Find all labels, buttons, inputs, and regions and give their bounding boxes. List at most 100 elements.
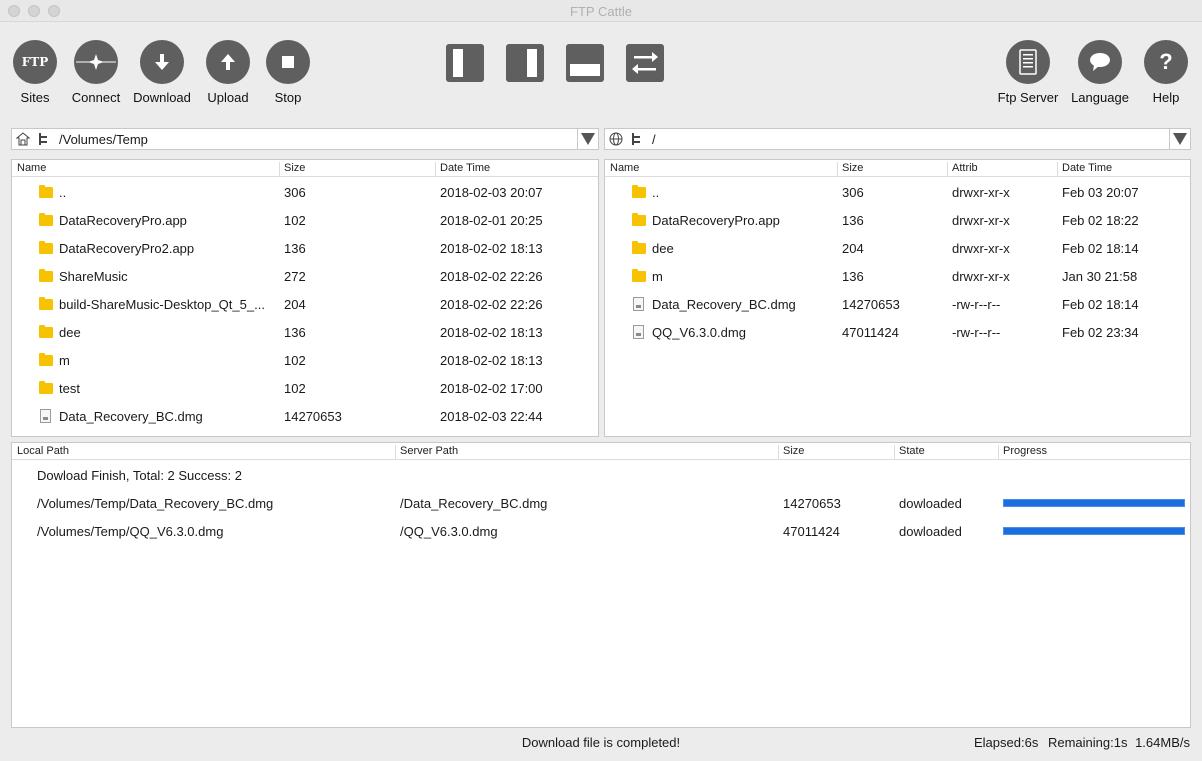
column-header-progress[interactable]: Progress	[998, 445, 1047, 460]
speech-bubble-icon	[1078, 40, 1122, 84]
layout-bottom-panel-button[interactable]	[566, 44, 604, 82]
file-row[interactable]: DataRecoveryPro.app 136 drwxr-xr-x Feb 02 1…	[605, 206, 1190, 234]
file-name: ShareMusic	[59, 269, 128, 284]
folder-icon	[39, 353, 53, 366]
column-header-size[interactable]: Size	[837, 162, 863, 177]
swap-panels-button[interactable]	[626, 44, 664, 82]
folder-tree-icon[interactable]	[628, 131, 644, 147]
file-row[interactable]: DataRecoveryPro2.app 136 2018-02-02 18:13	[12, 234, 598, 262]
layout-left-icon	[453, 49, 463, 77]
folder-icon	[39, 185, 53, 198]
file-size: 272	[284, 269, 306, 284]
folder-icon	[39, 325, 53, 338]
local-list-header: Name Size Date Time	[12, 160, 598, 177]
upload-arrow-icon	[206, 40, 250, 84]
file-name: ..	[59, 185, 67, 200]
file-date: Feb 02 23:34	[1062, 325, 1139, 340]
transfer-row[interactable]: /Volumes/Temp/QQ_V6.3.0.dmg/QQ_V6.3.0.dm…	[12, 517, 1190, 545]
file-row[interactable]: Data_Recovery_BC.dmg 14270653 -rw-r--r-- Fe…	[605, 290, 1190, 318]
file-icon	[40, 409, 51, 423]
transfer-state: dowloaded	[899, 496, 962, 511]
column-header-datetime[interactable]: Date Time	[435, 162, 490, 177]
connect-button[interactable]: Connect	[61, 40, 131, 105]
sites-button[interactable]: FTP Sites	[0, 40, 70, 105]
file-size: 204	[842, 241, 864, 256]
remote-path-dropdown[interactable]	[1169, 129, 1190, 149]
dropdown-triangle-icon	[581, 133, 595, 145]
file-name: DataRecoveryPro.app	[59, 213, 187, 228]
transfer-queue[interactable]: Local Path Server Path Size State Progre…	[11, 442, 1191, 728]
progress-bar	[1003, 527, 1185, 535]
file-date: Feb 03 20:07	[1062, 185, 1139, 200]
home-icon[interactable]	[15, 131, 31, 147]
transfer-size: 47011424	[783, 524, 840, 539]
column-header-name[interactable]: Name	[13, 162, 46, 177]
local-path-text[interactable]: /Volumes/Temp	[59, 132, 148, 147]
file-row[interactable]: .. 306 2018-02-03 20:07	[12, 178, 598, 206]
file-size: 102	[284, 213, 306, 228]
file-date: 2018-02-02 18:13	[440, 353, 543, 368]
file-date: 2018-02-02 18:13	[440, 325, 543, 340]
file-row[interactable]: m 102 2018-02-02 18:13	[12, 346, 598, 374]
file-row[interactable]: dee 136 2018-02-02 18:13	[12, 318, 598, 346]
help-button[interactable]: ? Help	[1131, 40, 1201, 105]
file-date: Feb 02 18:14	[1062, 297, 1139, 312]
file-name: m	[59, 353, 70, 368]
column-header-attrib[interactable]: Attrib	[947, 162, 978, 177]
transfer-row[interactable]: /Volumes/Temp/Data_Recovery_BC.dmg/Data_…	[12, 489, 1190, 517]
download-arrow-icon	[140, 40, 184, 84]
ftp-server-label: Ftp Server	[997, 90, 1059, 105]
question-mark-icon: ?	[1144, 40, 1188, 84]
transfer-speed: 1.64MB/s	[1135, 735, 1190, 750]
file-row[interactable]: dee 204 drwxr-xr-x Feb 02 18:14	[605, 234, 1190, 262]
remote-path-bar: /	[604, 128, 1191, 150]
connect-label: Connect	[71, 90, 121, 105]
file-attrib: drwxr-xr-x	[952, 241, 1010, 256]
layout-left-panel-button[interactable]	[446, 44, 484, 82]
stop-button[interactable]: Stop	[253, 40, 323, 105]
folder-icon	[39, 213, 53, 226]
remote-file-list[interactable]: Name Size Attrib Date Time .. 306 drwxr-xr…	[604, 159, 1191, 437]
file-icon	[633, 297, 644, 311]
file-row[interactable]: Data_Recovery_BC.dmg 14270653 2018-02-03 2…	[12, 402, 598, 430]
column-header-state[interactable]: State	[894, 445, 925, 460]
file-size: 136	[284, 241, 306, 256]
file-size: 136	[284, 325, 306, 340]
remote-path-text[interactable]: /	[652, 132, 656, 147]
column-header-local-path[interactable]: Local Path	[13, 445, 69, 460]
ftp-server-button[interactable]: Ftp Server	[993, 40, 1063, 105]
file-row[interactable]: m 136 drwxr-xr-x Jan 30 21:58	[605, 262, 1190, 290]
transfer-state: dowloaded	[899, 524, 962, 539]
file-attrib: -rw-r--r--	[952, 297, 1001, 312]
folder-icon	[39, 381, 53, 394]
local-file-list[interactable]: Name Size Date Time .. 306 2018-02-03 20:0…	[11, 159, 599, 437]
file-name: test	[59, 381, 80, 396]
download-button[interactable]: Download	[127, 40, 197, 105]
column-header-server-path[interactable]: Server Path	[395, 445, 458, 460]
file-row[interactable]: test 102 2018-02-02 17:00	[12, 374, 598, 402]
column-header-datetime[interactable]: Date Time	[1057, 162, 1112, 177]
file-row[interactable]: build-ShareMusic-Desktop_Qt_5_... 204 2018…	[12, 290, 598, 318]
layout-right-panel-button[interactable]	[506, 44, 544, 82]
file-size: 102	[284, 381, 306, 396]
stop-square-icon	[266, 40, 310, 84]
file-size: 306	[284, 185, 306, 200]
file-row[interactable]: ShareMusic 272 2018-02-02 22:26	[12, 262, 598, 290]
file-row[interactable]: DataRecoveryPro.app 102 2018-02-01 20:25	[12, 206, 598, 234]
sites-label: Sites	[20, 90, 50, 105]
file-size: 14270653	[284, 409, 342, 424]
file-name: Data_Recovery_BC.dmg	[652, 297, 796, 312]
transfer-local: /Volumes/Temp/QQ_V6.3.0.dmg	[37, 524, 224, 539]
file-date: Feb 02 18:14	[1062, 241, 1139, 256]
column-header-name[interactable]: Name	[606, 162, 639, 177]
column-header-size[interactable]: Size	[279, 162, 305, 177]
transfer-size: 14270653	[783, 496, 841, 511]
local-path-dropdown[interactable]	[577, 129, 598, 149]
file-row[interactable]: QQ_V6.3.0.dmg 47011424 -rw-r--r-- Feb 02 23…	[605, 318, 1190, 346]
globe-icon[interactable]	[608, 131, 624, 147]
folder-tree-icon[interactable]	[35, 131, 51, 147]
column-header-size[interactable]: Size	[778, 445, 804, 460]
file-row[interactable]: .. 306 drwxr-xr-x Feb 03 20:07	[605, 178, 1190, 206]
language-button[interactable]: Language	[1065, 40, 1135, 105]
ftp-sites-icon: FTP	[13, 40, 57, 84]
